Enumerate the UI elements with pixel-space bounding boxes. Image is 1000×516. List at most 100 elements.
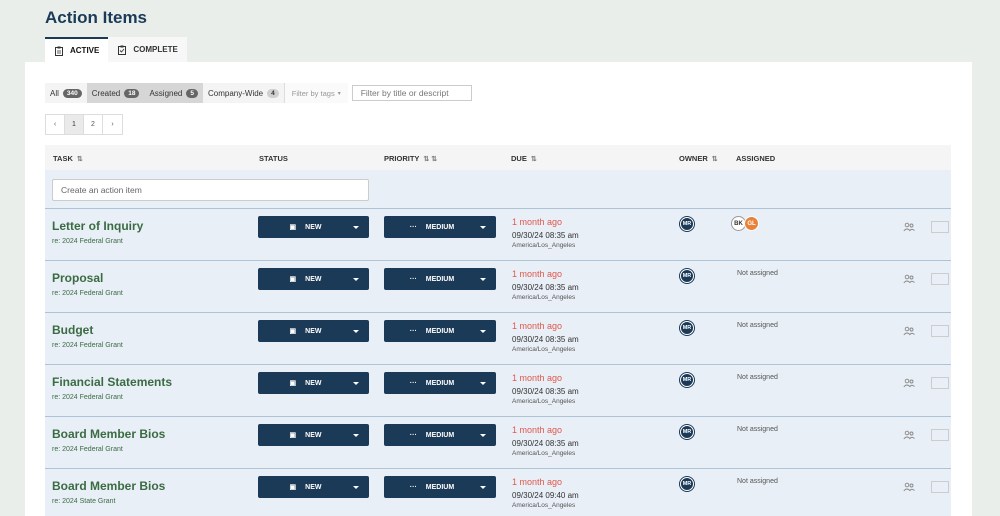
pagination-page-2[interactable]: 2 bbox=[84, 115, 103, 134]
inbox-icon: ▣ bbox=[289, 484, 297, 491]
tab-active-label: ACTIVE bbox=[70, 46, 100, 55]
view-details-button[interactable] bbox=[931, 325, 949, 337]
task-name-link[interactable]: Letter of Inquiry bbox=[52, 219, 143, 233]
status-value: NEW bbox=[305, 379, 322, 387]
task-reference[interactable]: re: 2024 Federal Grant bbox=[52, 342, 123, 349]
owner-avatar[interactable]: MR bbox=[680, 217, 694, 231]
inbox-icon: ▣ bbox=[289, 224, 297, 231]
sort-icon: ⇅ bbox=[423, 155, 430, 163]
col-priority[interactable]: PRIORITY ⇅ ⇅ bbox=[384, 154, 437, 163]
create-action-item-input[interactable] bbox=[52, 179, 369, 201]
due-timezone: America/Los_Angeles bbox=[512, 294, 576, 301]
assign-users-button[interactable] bbox=[903, 481, 915, 493]
priority-dropdown[interactable]: ··· MEDIUM bbox=[384, 268, 496, 290]
due-timezone: America/Los_Angeles bbox=[512, 242, 576, 249]
priority-dropdown[interactable]: ··· MEDIUM bbox=[384, 476, 496, 498]
table-row: Proposal re: 2024 Federal Grant ▣ NEW ··… bbox=[45, 261, 951, 313]
task-name-link[interactable]: Budget bbox=[52, 323, 93, 337]
view-details-button[interactable] bbox=[931, 221, 949, 233]
owner-avatar[interactable]: MR bbox=[680, 269, 694, 283]
page-title: Action Items bbox=[45, 8, 148, 27]
owner-avatar[interactable]: MR bbox=[680, 425, 694, 439]
assignee-avatar[interactable]: GL bbox=[744, 216, 759, 231]
tab-complete-label: COMPLETE bbox=[133, 45, 178, 54]
due-date: 09/30/24 09:40 am bbox=[512, 491, 579, 500]
filter-company-wide-label: Company-Wide bbox=[208, 88, 264, 98]
status-dropdown[interactable]: ▣ NEW bbox=[258, 320, 369, 342]
assign-users-button[interactable] bbox=[903, 325, 915, 337]
status-value: NEW bbox=[305, 275, 322, 283]
priority-value: MEDIUM bbox=[425, 483, 455, 491]
table-row: Board Member Bios re: 2024 State Grant ▣… bbox=[45, 469, 951, 516]
filter-all[interactable]: All 340 bbox=[45, 83, 87, 103]
status-dropdown[interactable]: ▣ NEW bbox=[258, 268, 369, 290]
caret-down-icon bbox=[353, 485, 359, 489]
assign-users-button[interactable] bbox=[903, 273, 915, 285]
task-reference[interactable]: re: 2024 Federal Grant bbox=[52, 394, 123, 401]
due-relative: 1 month ago bbox=[512, 425, 563, 435]
tab-bar: ACTIVE COMPLETE bbox=[45, 37, 187, 62]
task-name-link[interactable]: Board Member Bios bbox=[52, 427, 165, 441]
status-dropdown[interactable]: ▣ NEW bbox=[258, 372, 369, 394]
table-row: Board Member Bios re: 2024 Federal Grant… bbox=[45, 417, 951, 469]
col-status-label: STATUS bbox=[259, 154, 288, 163]
task-name-link[interactable]: Proposal bbox=[52, 271, 103, 285]
caret-down-icon bbox=[480, 381, 486, 385]
filter-assigned-label: Assigned bbox=[149, 88, 183, 98]
owner-avatar[interactable]: MR bbox=[680, 373, 694, 387]
task-name-link[interactable]: Board Member Bios bbox=[52, 479, 165, 493]
assign-users-button[interactable] bbox=[903, 429, 915, 441]
ellipsis-icon: ··· bbox=[409, 379, 417, 387]
search-input[interactable] bbox=[351, 85, 472, 101]
priority-value: MEDIUM bbox=[425, 379, 455, 387]
col-assigned-label: ASSIGNED bbox=[736, 154, 776, 163]
ellipsis-icon: ··· bbox=[409, 223, 417, 231]
view-details-button[interactable] bbox=[931, 273, 949, 285]
caret-down-icon bbox=[353, 277, 359, 281]
due-relative: 1 month ago bbox=[512, 373, 563, 383]
ellipsis-icon: ··· bbox=[409, 327, 417, 335]
task-reference[interactable]: re: 2024 Federal Grant bbox=[52, 446, 123, 453]
col-task[interactable]: TASK ⇅ bbox=[53, 154, 83, 163]
tab-complete[interactable]: COMPLETE bbox=[108, 37, 187, 62]
assigned-status: Not assigned bbox=[737, 374, 778, 381]
pagination-page-1[interactable]: 1 bbox=[65, 115, 84, 134]
tab-active[interactable]: ACTIVE bbox=[45, 37, 109, 62]
sort-icon: ⇅ bbox=[530, 155, 537, 163]
caret-down-icon bbox=[480, 433, 486, 437]
priority-dropdown[interactable]: ··· MEDIUM bbox=[384, 372, 496, 394]
priority-value: MEDIUM bbox=[425, 431, 455, 439]
status-dropdown[interactable]: ▣ NEW bbox=[258, 424, 369, 446]
filter-assigned[interactable]: Assigned 5 bbox=[144, 83, 203, 103]
assign-users-button[interactable] bbox=[903, 221, 915, 233]
tag-filter-select[interactable]: Filter by tags ▾ bbox=[283, 83, 348, 103]
task-reference[interactable]: re: 2024 Federal Grant bbox=[52, 238, 123, 245]
owner-avatar[interactable]: MR bbox=[680, 477, 694, 491]
pagination-prev-button[interactable]: ‹ bbox=[46, 115, 65, 134]
priority-dropdown[interactable]: ··· MEDIUM bbox=[384, 424, 496, 446]
assign-users-button[interactable] bbox=[903, 377, 915, 389]
view-details-button[interactable] bbox=[931, 429, 949, 441]
view-details-button[interactable] bbox=[931, 481, 949, 493]
pagination-next-button[interactable]: › bbox=[103, 115, 122, 134]
priority-dropdown[interactable]: ··· MEDIUM bbox=[384, 216, 496, 238]
priority-dropdown[interactable]: ··· MEDIUM bbox=[384, 320, 496, 342]
status-dropdown[interactable]: ▣ NEW bbox=[258, 476, 369, 498]
col-due[interactable]: DUE ⇅ bbox=[511, 154, 537, 163]
status-dropdown[interactable]: ▣ NEW bbox=[258, 216, 369, 238]
task-name-link[interactable]: Financial Statements bbox=[52, 375, 172, 389]
view-details-button[interactable] bbox=[931, 377, 949, 389]
assigned-status: Not assigned bbox=[737, 270, 778, 277]
col-owner[interactable]: OWNER ⇅ bbox=[679, 154, 718, 163]
filter-all-label: All bbox=[50, 88, 59, 98]
users-icon bbox=[903, 326, 915, 336]
task-reference[interactable]: re: 2024 Federal Grant bbox=[52, 290, 123, 297]
filter-company-wide[interactable]: Company-Wide 4 bbox=[203, 83, 284, 103]
filter-created[interactable]: Created 18 bbox=[86, 83, 145, 103]
filter-all-count: 340 bbox=[62, 88, 82, 98]
filter-company-wide-count: 4 bbox=[267, 88, 279, 98]
task-reference[interactable]: re: 2024 State Grant bbox=[52, 498, 115, 505]
col-task-label: TASK bbox=[53, 154, 73, 163]
owner-avatar[interactable]: MR bbox=[680, 321, 694, 335]
due-date: 09/30/24 08:35 am bbox=[512, 231, 579, 240]
